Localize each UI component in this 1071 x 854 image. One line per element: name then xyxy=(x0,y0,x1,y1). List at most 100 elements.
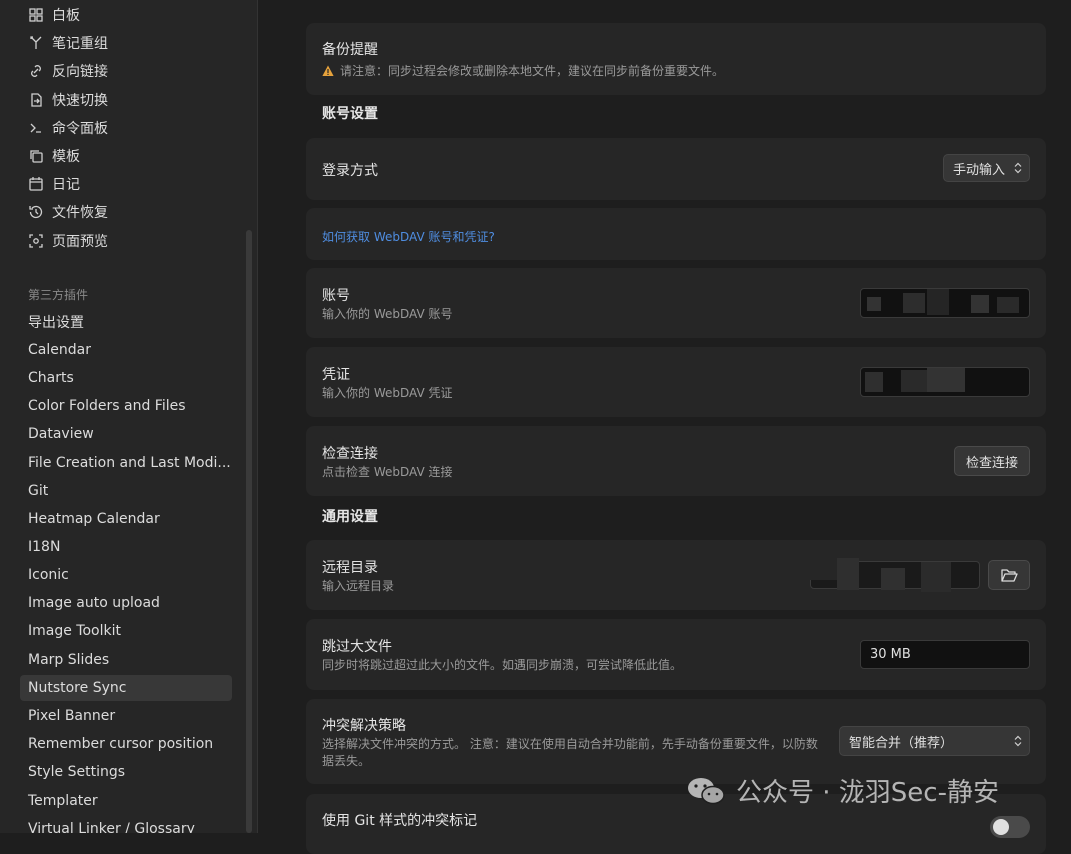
sidebar-plugin-item[interactable]: Git xyxy=(20,478,232,504)
redaction-block xyxy=(921,562,951,592)
login-method-value: 手动输入 xyxy=(953,162,1006,178)
preview-icon xyxy=(28,233,44,249)
sidebar-item-label: 日记 xyxy=(52,177,80,193)
redaction-block xyxy=(903,293,925,313)
git-conflict-marker-label: 使用 Git 样式的冲突标记 xyxy=(322,813,478,829)
redaction-block xyxy=(865,372,883,392)
redaction-block xyxy=(971,295,989,313)
sidebar-item-label: 页面预览 xyxy=(52,234,108,250)
account-input[interactable] xyxy=(860,288,1030,318)
sidebar-plugin-item[interactable]: Calendar xyxy=(20,337,232,363)
sidebar-plugin-item[interactable]: Pixel Banner xyxy=(20,703,232,729)
sidebar-item-file-recovery[interactable]: 文件恢复 xyxy=(28,201,108,223)
chevron-updown-icon xyxy=(1014,735,1022,747)
skip-large-files-input[interactable]: 30 MB xyxy=(860,640,1030,669)
general-settings-heading: 通用设置 xyxy=(322,509,378,525)
sidebar-item-label: 模板 xyxy=(52,149,80,165)
sidebar-plugin-item[interactable]: Heatmap Calendar xyxy=(20,506,232,532)
backup-warning: 请注意：同步过程会修改或删除本地文件，建议在同步前备份重要文件。 xyxy=(322,63,724,80)
browse-folder-button[interactable] xyxy=(988,560,1030,590)
account-settings-heading: 账号设置 xyxy=(322,106,378,122)
conflict-desc-line: 据丢失。 xyxy=(322,754,371,768)
settings-sidebar: 白板 笔记重组 反向链接 快速切换 命令面板 模板 日记 文件恢复 页面预览 第… xyxy=(0,0,258,833)
credential-desc: 输入你的 WebDAV 凭证 xyxy=(322,386,453,400)
sidebar-plugin-item[interactable]: Templater xyxy=(20,788,232,814)
sidebar-item-note-composer[interactable]: 笔记重组 xyxy=(28,32,108,54)
conflict-desc-line: 选择解决文件冲突的方式。 注意：建议在使用自动合并功能前，先手动备份重要文件，以… xyxy=(322,737,818,751)
sidebar-plugin-item[interactable]: I18N xyxy=(20,534,232,560)
calendar-icon xyxy=(28,176,44,192)
check-connection-desc: 点击检查 WebDAV 连接 xyxy=(322,465,453,479)
git-conflict-marker-toggle[interactable] xyxy=(990,816,1030,838)
sidebar-item-page-preview[interactable]: 页面预览 xyxy=(28,230,108,252)
backup-reminder-card: 备份提醒 请注意：同步过程会修改或删除本地文件，建议在同步前备份重要文件。 xyxy=(306,23,1046,95)
sidebar-plugin-item[interactable]: 导出设置 xyxy=(20,309,232,335)
credential-setting: 凭证 输入你的 WebDAV 凭证 xyxy=(306,347,1046,417)
sidebar-plugin-item[interactable]: Virtual Linker / Glossary xyxy=(20,816,232,833)
watermark-text: 公众号 · 泷羽Sec-静安 xyxy=(736,778,999,808)
warning-icon xyxy=(322,65,334,77)
sidebar-plugin-item[interactable]: Image Toolkit xyxy=(20,618,232,644)
sidebar-plugin-item[interactable]: Charts xyxy=(20,365,232,391)
credential-label: 凭证 xyxy=(322,367,350,383)
template-copy-icon xyxy=(28,148,44,164)
remote-directory-setting: 远程目录 输入远程目录 xyxy=(306,540,1046,610)
canvas-grid-icon xyxy=(28,7,44,23)
sidebar-item-templates[interactable]: 模板 xyxy=(28,145,80,167)
history-icon xyxy=(28,204,44,220)
conflict-strategy-dropdown[interactable]: 智能合并（推荐） xyxy=(839,726,1030,756)
account-label: 账号 xyxy=(322,288,350,304)
sidebar-plugin-item[interactable]: Iconic xyxy=(20,562,232,588)
credential-input[interactable] xyxy=(860,367,1030,397)
skip-large-files-desc: 同步时将跳过超过此大小的文件。如遇同步崩溃，可尝试降低此值。 xyxy=(322,658,683,672)
sidebar-item-command-palette[interactable]: 命令面板 xyxy=(28,117,108,139)
settings-content: 备份提醒 请注意：同步过程会修改或删除本地文件，建议在同步前备份重要文件。 账号… xyxy=(258,0,1071,854)
redaction-block xyxy=(837,558,859,590)
redaction-block xyxy=(807,558,837,580)
webdav-help-link[interactable]: 如何获取 WebDAV 账号和凭证? xyxy=(322,228,495,245)
sidebar-item-label: 快速切换 xyxy=(52,93,108,109)
remote-directory-label: 远程目录 xyxy=(322,560,378,576)
sidebar-plugin-item[interactable]: Marp Slides xyxy=(20,647,232,673)
redaction-block xyxy=(927,368,965,392)
sidebar-item-label: 笔记重组 xyxy=(52,36,108,52)
backlink-icon xyxy=(28,63,44,79)
skip-large-files-label: 跳过大文件 xyxy=(322,639,392,655)
login-method-label: 登录方式 xyxy=(322,163,378,179)
sidebar-plugin-item[interactable]: Dataview xyxy=(20,421,232,447)
remote-directory-desc: 输入远程目录 xyxy=(322,579,395,593)
redaction-block xyxy=(867,297,881,311)
sidebar-plugin-item[interactable]: Style Settings xyxy=(20,759,232,785)
sidebar-item-canvas[interactable]: 白板 xyxy=(28,4,80,26)
switch-file-icon xyxy=(28,92,44,108)
sidebar-plugin-item[interactable]: Color Folders and Files xyxy=(20,393,232,419)
chevron-updown-icon xyxy=(1014,162,1022,174)
sidebar-item-daily-notes[interactable]: 日记 xyxy=(28,173,80,195)
check-connection-label: 检查连接 xyxy=(322,446,378,462)
sidebar-scrollbar[interactable] xyxy=(246,230,252,833)
conflict-strategy-value: 智能合并（推荐） xyxy=(849,735,954,751)
backup-reminder-title: 备份提醒 xyxy=(322,42,378,58)
sidebar-item-label: 反向链接 xyxy=(52,64,108,80)
sidebar-plugin-item[interactable]: File Creation and Last Modi... xyxy=(20,450,232,476)
sidebar-plugin-item-active[interactable]: Nutstore Sync xyxy=(20,675,232,701)
terminal-icon xyxy=(28,120,44,136)
account-desc: 输入你的 WebDAV 账号 xyxy=(322,307,453,321)
check-connection-setting: 检查连接 点击检查 WebDAV 连接 检查连接 xyxy=(306,426,1046,496)
backup-warning-text: 请注意：同步过程会修改或删除本地文件，建议在同步前备份重要文件。 xyxy=(340,64,725,78)
account-setting: 账号 输入你的 WebDAV 账号 xyxy=(306,268,1046,338)
sidebar-plugin-item[interactable]: Image auto upload xyxy=(20,590,232,616)
redaction-block xyxy=(997,297,1019,313)
third-party-plugins-heading: 第三方插件 xyxy=(28,288,89,302)
sidebar-item-quick-switcher[interactable]: 快速切换 xyxy=(28,89,108,111)
sidebar-item-backlinks[interactable]: 反向链接 xyxy=(28,60,108,82)
skip-large-files-setting: 跳过大文件 同步时将跳过超过此大小的文件。如遇同步崩溃，可尝试降低此值。 30 … xyxy=(306,619,1046,690)
sidebar-plugin-item[interactable]: Remember cursor position xyxy=(20,731,232,757)
login-method-setting: 登录方式 手动输入 xyxy=(306,138,1046,200)
login-method-dropdown[interactable]: 手动输入 xyxy=(943,154,1030,182)
remote-directory-input[interactable] xyxy=(807,558,980,592)
merge-arrow-icon xyxy=(28,35,44,51)
watermark: 公众号 · 泷羽Sec-静安 xyxy=(686,772,999,809)
folder-open-icon xyxy=(1001,569,1018,582)
check-connection-button[interactable]: 检查连接 xyxy=(954,446,1030,476)
